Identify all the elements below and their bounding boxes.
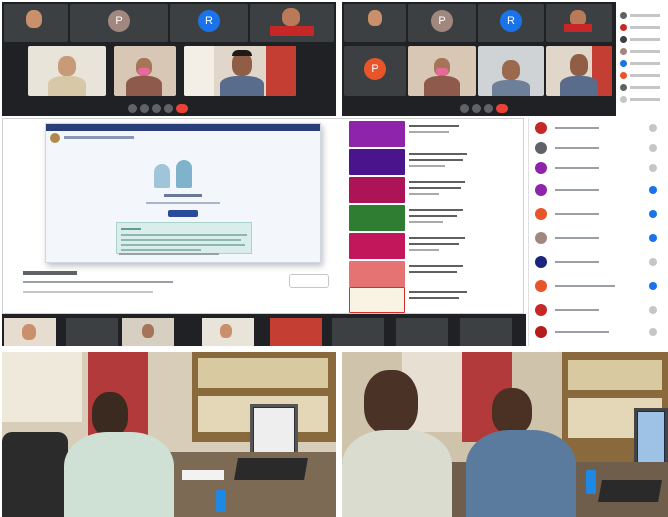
meeting-info xyxy=(23,271,323,301)
participant-tile: P xyxy=(70,4,168,42)
mic-icon xyxy=(128,104,137,113)
participant-tile: P xyxy=(344,46,406,96)
video-call-screenshot-left: P R xyxy=(2,2,336,116)
participant-tile xyxy=(4,4,68,42)
participants-list xyxy=(528,118,668,346)
participant-video xyxy=(28,46,106,96)
participants-side-panel xyxy=(616,2,668,116)
participant-tile: R xyxy=(170,4,248,42)
list-item xyxy=(349,287,523,313)
avatar: P xyxy=(431,10,453,32)
present-icon xyxy=(164,104,173,113)
participant-tile xyxy=(546,4,612,42)
video-filmstrip xyxy=(2,314,526,346)
list-item xyxy=(349,205,523,233)
meeting-title xyxy=(23,271,77,275)
avatar: P xyxy=(364,58,386,80)
copy-link-button xyxy=(289,274,329,288)
info-box xyxy=(116,222,252,254)
captions-icon xyxy=(152,104,161,113)
participant-video xyxy=(478,46,544,96)
list-item xyxy=(349,121,523,149)
web-portal-screen xyxy=(45,123,321,263)
participant-video xyxy=(546,46,612,96)
list-item xyxy=(349,149,523,177)
photo-collage: P R P R P xyxy=(0,0,668,517)
list-item xyxy=(349,233,523,261)
avatar: R xyxy=(198,10,220,32)
captions-icon xyxy=(484,104,493,113)
mic-icon xyxy=(460,104,469,113)
browser-screenshot xyxy=(2,118,524,314)
participant-video xyxy=(408,46,476,96)
camera-icon xyxy=(140,104,149,113)
office-photo-left xyxy=(2,352,336,517)
participant-tile: P xyxy=(408,4,476,42)
office-photo-right xyxy=(342,352,668,517)
portal-button xyxy=(168,210,198,217)
participant-video xyxy=(184,46,296,96)
emblem-icon xyxy=(50,133,60,143)
participant-tile: R xyxy=(478,4,544,42)
list-item xyxy=(349,177,523,205)
meeting-control-bar xyxy=(2,100,336,116)
video-call-screenshot-right: P R P xyxy=(342,2,668,116)
portal-header-bar xyxy=(46,124,320,131)
video-list xyxy=(349,119,523,313)
avatar: R xyxy=(500,10,522,32)
avatar: P xyxy=(108,10,130,32)
list-item xyxy=(349,261,523,289)
participant-tile xyxy=(344,4,406,42)
participant-tile xyxy=(250,4,334,42)
illustration xyxy=(150,160,210,188)
end-call-icon xyxy=(176,104,188,113)
end-call-icon xyxy=(496,104,508,113)
participant-video xyxy=(114,46,176,96)
camera-icon xyxy=(472,104,481,113)
